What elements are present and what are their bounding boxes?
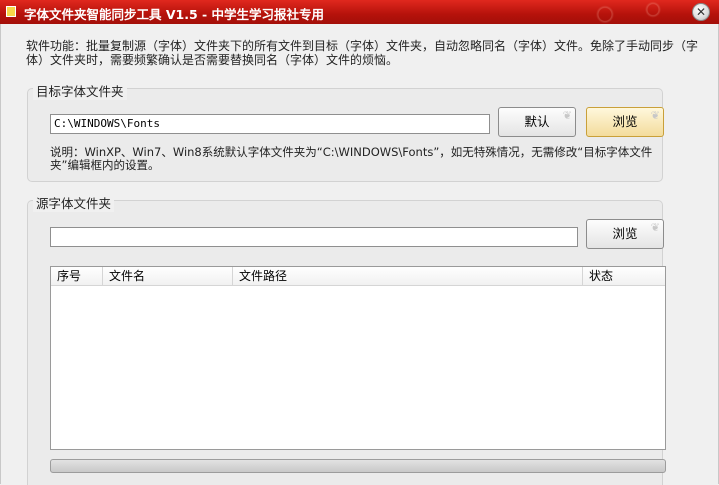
target-browse-button[interactable]: ❦ 浏览 xyxy=(586,107,664,137)
target-folder-group-title: 目标字体文件夹 xyxy=(33,81,127,100)
corner-curl-icon: ❦ xyxy=(650,109,660,122)
title-bar[interactable]: 字体文件夹智能同步工具 V1.5 - 中学生学习报社专用 ✕ xyxy=(0,0,719,24)
source-folder-group-title: 源字体文件夹 xyxy=(33,193,115,212)
sync-progress-bar xyxy=(50,459,666,473)
column-header-status[interactable]: 状态 xyxy=(583,267,665,285)
source-folder-input[interactable] xyxy=(50,227,578,247)
window-title: 字体文件夹智能同步工具 V1.5 - 中学生学习报社专用 xyxy=(24,7,325,22)
close-button[interactable]: ✕ xyxy=(692,3,710,21)
target-folder-input[interactable]: C:\WINDOWS\Fonts xyxy=(50,114,490,134)
column-header-filename[interactable]: 文件名 xyxy=(103,267,233,285)
source-browse-button[interactable]: ❦ 浏览 xyxy=(586,219,664,249)
default-button[interactable]: ❦ 默认 xyxy=(498,107,576,137)
file-list-header: 序号 文件名 文件路径 状态 xyxy=(51,267,665,286)
corner-curl-icon: ❦ xyxy=(562,109,572,122)
source-browse-button-label: 浏览 xyxy=(612,226,638,241)
title-decoration xyxy=(569,0,689,24)
corner-curl-icon: ❦ xyxy=(650,221,660,234)
target-folder-note: 说明：WinXP、Win7、Win8系统默认字体文件夹为“C:\WINDOWS\… xyxy=(50,145,653,172)
column-header-filepath[interactable]: 文件路径 xyxy=(233,267,583,285)
column-header-index[interactable]: 序号 xyxy=(51,267,103,285)
target-browse-button-label: 浏览 xyxy=(612,114,638,129)
app-icon xyxy=(6,6,16,17)
default-button-label: 默认 xyxy=(524,114,550,129)
file-list[interactable]: 序号 文件名 文件路径 状态 xyxy=(50,266,666,450)
feature-description: 软件功能：批量复制源（字体）文件夹下的所有文件到目标（字体）文件夹，自动忽略同名… xyxy=(26,39,699,67)
